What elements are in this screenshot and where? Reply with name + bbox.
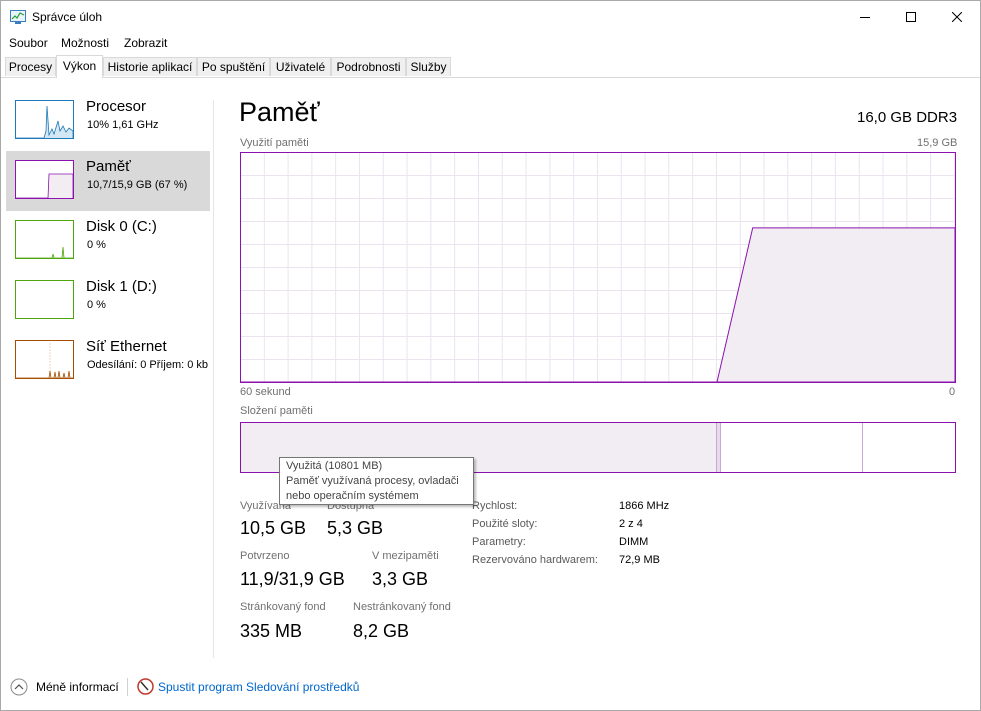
sidebar-item-disk0-value: 0 % [87, 239, 106, 251]
composition-standby[interactable] [721, 423, 863, 472]
composition-tooltip: Využitá (10801 MB) Paměť využívaná proce… [279, 457, 474, 505]
title-bar[interactable]: Správce úloh [1, 1, 980, 33]
graph-time-right: 0 [949, 386, 956, 398]
sidebar-item-cpu-label: Procesor [86, 98, 147, 115]
sidebar-item-memory-value: 10,7/15,9 GB (67 %) [87, 179, 188, 191]
slots-used-value: 2 z 4 [619, 518, 643, 530]
maximize-button[interactable] [888, 1, 934, 33]
available-value: 5,3 GB [327, 518, 384, 538]
minimize-button[interactable] [842, 1, 888, 33]
tab-users[interactable]: Uživatelé [270, 57, 331, 76]
hardware-reserved-label: Rezervováno hardwarem: [472, 554, 598, 566]
performance-sidebar: Procesor 10% 1,61 GHz Paměť 10,7/15,9 GB… [1, 78, 213, 660]
memory-thumbnail-graph [15, 160, 74, 199]
committed-label: Potvrzeno [240, 550, 290, 562]
close-button[interactable] [934, 1, 980, 33]
menu-bar: Soubor Možnosti Zobrazit [1, 33, 980, 53]
tab-performance[interactable]: Výkon [56, 55, 103, 78]
tab-startup[interactable]: Po spuštění [197, 57, 270, 76]
ethernet-thumbnail-graph [15, 340, 74, 379]
tooltip-line-1: Paměť využívaná procesy, ovladači [286, 475, 459, 487]
sidebar-item-memory[interactable]: Paměť 10,7/15,9 GB (67 %) [6, 151, 210, 211]
task-manager-window: Správce úloh Soubor Možnosti Zobrazit Pr… [0, 0, 981, 711]
fewer-details-link[interactable]: Méně informací [36, 680, 119, 694]
usage-graph-max: 15,9 GB [917, 137, 958, 149]
nonpaged-pool-value: 8,2 GB [353, 621, 410, 641]
cached-label: V mezipaměti [372, 550, 439, 562]
maximize-icon [906, 12, 916, 22]
form-factor-value: DIMM [619, 536, 649, 548]
menu-file[interactable]: Soubor [9, 36, 48, 50]
memory-spec: 16,0 GB DDR3 [857, 109, 958, 126]
tab-app-history[interactable]: Historie aplikací [103, 57, 197, 76]
menu-options[interactable]: Možnosti [61, 36, 109, 50]
sidebar-item-memory-label: Paměť [86, 158, 131, 175]
tab-bar: Procesy Výkon Historie aplikací Po spušt… [1, 55, 980, 78]
sidebar-item-disk1[interactable]: Disk 1 (D:) 0 % [6, 271, 210, 331]
nonpaged-pool-label: Nestránkovaný fond [353, 601, 451, 613]
disk0-thumbnail-graph [15, 220, 74, 259]
sidebar-item-ethernet[interactable]: Síť Ethernet Odesílání: 0 Příjem: 0 kb [6, 331, 210, 391]
open-resource-monitor-link[interactable]: Spustit program Sledování prostředků [158, 680, 359, 694]
cached-value: 3,3 GB [372, 569, 429, 589]
tooltip-title: Využitá (10801 MB) [286, 460, 383, 472]
tab-processes[interactable]: Procesy [5, 57, 56, 76]
chevron-up-icon[interactable] [10, 678, 28, 696]
tooltip-line-2: nebo operačním systémem [286, 490, 419, 502]
usage-graph-label: Využití paměti [240, 137, 309, 149]
tab-details[interactable]: Podrobnosti [331, 57, 406, 76]
cpu-thumbnail-graph [15, 100, 74, 139]
slots-used-label: Použité sloty: [472, 518, 538, 530]
hardware-reserved-value: 72,9 MB [619, 554, 660, 566]
speed-value: 1866 MHz [619, 500, 670, 512]
close-icon [952, 12, 962, 22]
sidebar-item-disk0-label: Disk 0 (C:) [86, 218, 157, 235]
composition-free[interactable] [863, 423, 955, 472]
sidebar-divider [213, 100, 214, 658]
sidebar-item-ethernet-label: Síť Ethernet [86, 338, 167, 355]
footer: Méně informací Spustit program Sledování… [1, 673, 980, 703]
committed-value: 11,9/31,9 GB [240, 569, 345, 589]
menu-view[interactable]: Zobrazit [124, 36, 167, 50]
sidebar-item-disk1-label: Disk 1 (D:) [86, 278, 157, 295]
tab-services[interactable]: Služby [406, 57, 451, 76]
task-manager-icon [10, 10, 26, 24]
paged-pool-value: 335 MB [240, 621, 303, 641]
sidebar-item-cpu[interactable]: Procesor 10% 1,61 GHz [6, 91, 210, 151]
sidebar-item-disk0[interactable]: Disk 0 (C:) 0 % [6, 211, 210, 271]
memory-usage-series [241, 227, 955, 382]
footer-divider [127, 678, 128, 696]
page-title: Paměť [239, 97, 320, 127]
sidebar-item-ethernet-value: Odesílání: 0 Příjem: 0 kb [87, 359, 209, 371]
disk1-thumbnail-graph [15, 280, 74, 319]
speed-label: Rychlost: [472, 500, 518, 512]
in-use-value: 10,5 GB [240, 518, 307, 538]
paged-pool-label: Stránkovaný fond [240, 601, 326, 613]
memory-usage-graph [240, 152, 956, 383]
resource-monitor-icon [137, 678, 154, 695]
sidebar-item-cpu-value: 10% 1,61 GHz [87, 119, 159, 131]
minimize-icon [860, 17, 870, 18]
sidebar-item-disk1-value: 0 % [87, 299, 106, 311]
window-title: Správce úloh [32, 10, 103, 24]
composition-label: Složení paměti [240, 405, 313, 417]
graph-time-left: 60 sekund [240, 386, 291, 398]
form-factor-label: Parametry: [472, 536, 526, 548]
